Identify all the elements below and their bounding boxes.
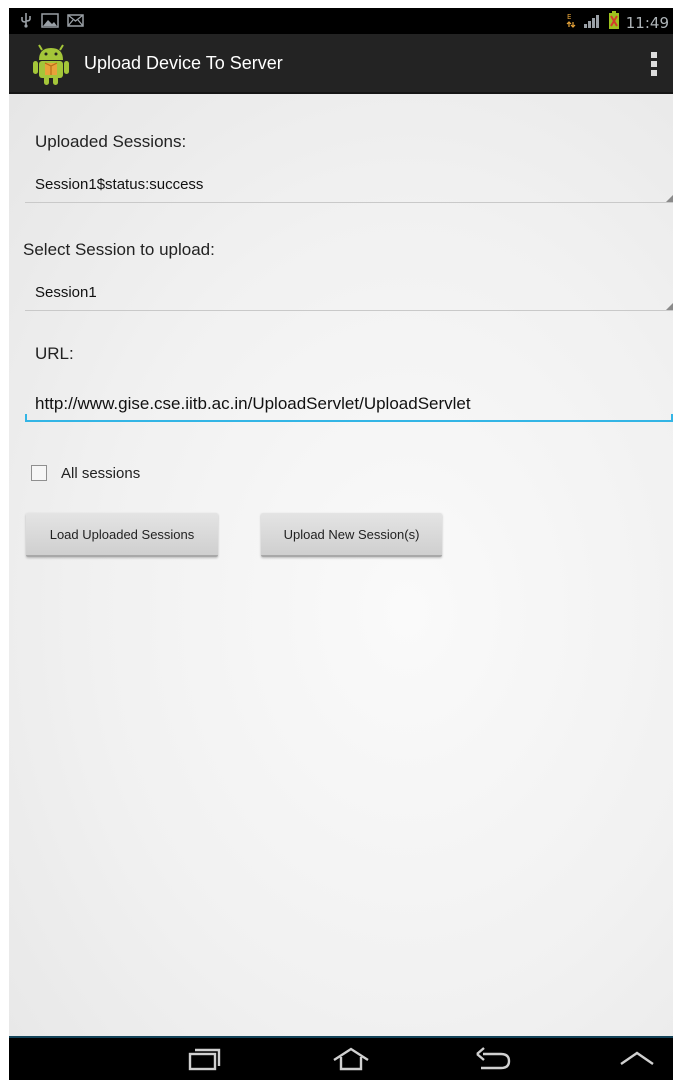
status-time: 11:49 xyxy=(625,13,669,32)
back-icon[interactable] xyxy=(473,1046,513,1077)
spinner-dropdown-indicator-icon xyxy=(666,303,673,310)
status-bar-system: E 11:49 xyxy=(566,11,669,34)
main-content: Uploaded Sessions: Session1$status:succe… xyxy=(9,94,673,1036)
usb-icon xyxy=(19,12,33,33)
navbar-divider xyxy=(9,1036,673,1038)
image-notification-icon xyxy=(41,12,59,33)
all-sessions-label: All sessions xyxy=(61,464,141,482)
select-session-label: Select Session to upload: xyxy=(23,240,215,259)
url-label: URL: xyxy=(35,344,74,363)
uploaded-sessions-value: Session1$status:success xyxy=(35,176,204,193)
upload-new-sessions-button[interactable]: Upload New Session(s) xyxy=(261,513,442,557)
signal-icon xyxy=(582,13,602,33)
uploaded-sessions-spinner[interactable]: Session1$status:success xyxy=(25,172,673,203)
home-icon[interactable] xyxy=(331,1046,371,1077)
svg-text:E: E xyxy=(567,13,571,21)
device-screen: E 11:49 Upload Device To Server Uploaded… xyxy=(9,8,673,1080)
android-app-icon xyxy=(31,42,71,86)
spinner-dropdown-indicator-icon xyxy=(666,195,673,202)
all-sessions-checkbox[interactable] xyxy=(31,465,47,481)
select-session-spinner[interactable]: Session1 xyxy=(25,280,673,311)
status-bar: E 11:49 xyxy=(9,8,673,34)
uploaded-sessions-label: Uploaded Sessions: xyxy=(35,132,187,151)
battery-charging-icon xyxy=(608,11,620,34)
app-title: Upload Device To Server xyxy=(84,53,283,73)
email-notification-icon xyxy=(67,13,84,32)
recent-apps-icon[interactable] xyxy=(187,1046,223,1077)
url-input-value: http://www.gise.cse.iitb.ac.in/UploadSer… xyxy=(35,394,471,413)
expand-up-icon[interactable] xyxy=(619,1050,655,1071)
url-input[interactable]: http://www.gise.cse.iitb.ac.in/UploadSer… xyxy=(25,386,673,422)
data-transfer-icon: E xyxy=(566,12,576,33)
all-sessions-row[interactable]: All sessions xyxy=(31,462,140,484)
status-bar-notifications xyxy=(19,12,84,33)
load-uploaded-sessions-button[interactable]: Load Uploaded Sessions xyxy=(26,513,218,557)
action-bar: Upload Device To Server xyxy=(9,34,673,94)
select-session-value: Session1 xyxy=(35,284,97,301)
overflow-menu-icon[interactable] xyxy=(649,50,659,78)
navigation-bar xyxy=(9,1036,673,1080)
